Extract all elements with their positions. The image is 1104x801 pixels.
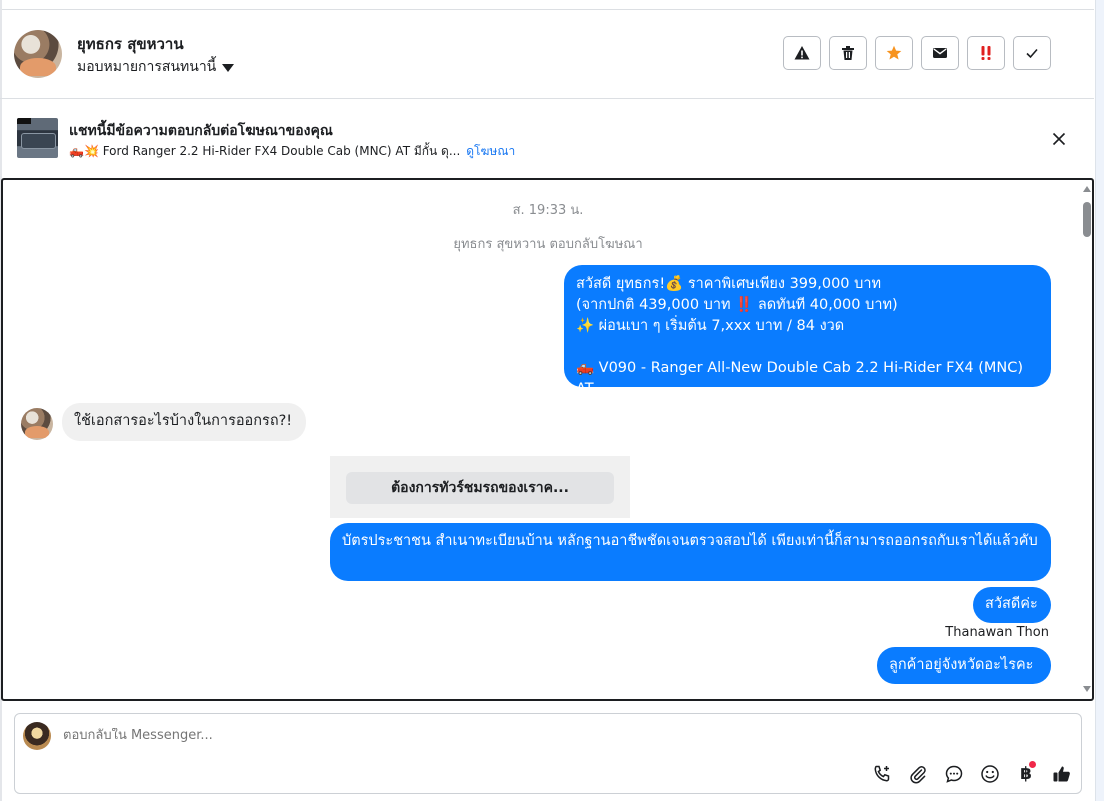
outgoing-message[interactable]: บัตรประชาชน สำเนาทะเบียนบ้าน หลักฐานอาชี… [330, 523, 1051, 581]
emoji-button[interactable] [978, 762, 1002, 786]
saved-reply-button[interactable] [942, 762, 966, 786]
assign-label: มอบหมายการสนทนานี้ [77, 59, 217, 75]
outgoing-message[interactable]: สวัสดีค่ะ [973, 587, 1051, 623]
ad-reply-note: ยุทธกร สุขหวาน ตอบกลับโฆษณา [453, 237, 643, 252]
warning-icon [794, 46, 810, 60]
header-actions [783, 36, 1051, 70]
saved-reply-icon [945, 765, 963, 783]
priority-icon [981, 46, 991, 60]
contact-avatar[interactable] [14, 30, 62, 78]
message-line: 🛻 V090 - Ranger All-New Double Cab 2.2 H… [576, 360, 1024, 397]
star-icon [886, 45, 902, 60]
notification-dot [1029, 761, 1036, 768]
message-line: สวัสดี ยุทธกร!💰 ราคาพิเศษเพียง 399,000 บ… [576, 276, 882, 292]
close-banner-button[interactable] [1049, 129, 1069, 149]
payment-button[interactable]: ฿ [1014, 761, 1038, 786]
trash-icon [842, 46, 854, 60]
mail-icon [933, 48, 947, 58]
contact-avatar-small[interactable] [21, 408, 53, 440]
outgoing-message[interactable]: ลูกค้าอยู่จังหวัดอะไรคะ [877, 647, 1051, 684]
delete-button[interactable] [829, 36, 867, 70]
message-line: (จากปกติ 439,000 บาท ‼️ ลดทันที 40,000 บ… [576, 297, 898, 313]
scroll-up-arrow-icon[interactable] [1083, 186, 1091, 192]
like-button[interactable] [1050, 762, 1074, 786]
star-button[interactable] [875, 36, 913, 70]
mark-done-button[interactable] [1013, 36, 1051, 70]
scrollbar-thumb[interactable] [1083, 202, 1091, 237]
priority-button[interactable] [967, 36, 1005, 70]
ad-thumbnail[interactable] [17, 118, 58, 158]
sender-name: Thanawan Thon [945, 625, 1049, 640]
right-edge-panel [1095, 0, 1104, 801]
view-ad-link[interactable]: ดูโฆษณา [466, 144, 515, 158]
ad-banner-subtitle: 🛻💥 Ford Ranger 2.2 Hi-Rider FX4 Double C… [69, 142, 515, 161]
outgoing-message[interactable]: สวัสดี ยุทธกร!💰 ราคาพิเศษเพียง 399,000 บ… [564, 265, 1051, 397]
quick-reply-card: ต้องการทัวร์ชมรถของเราค... [330, 456, 630, 518]
scrollbar[interactable] [1080, 180, 1092, 699]
contact-name[interactable]: ยุทธกร สุขหวาน [77, 32, 184, 56]
composer-tools: ฿ [870, 761, 1074, 786]
reply-input[interactable] [63, 728, 863, 743]
attach-icon [910, 766, 926, 784]
ad-reply-banner: แชทนี้มีข้อความตอบกลับต่อโฆษณาของคุณ 🛻💥 … [0, 99, 1094, 177]
ad-banner-title: แชทนี้มีข้อความตอบกลับต่อโฆษณาของคุณ [69, 123, 333, 139]
page-avatar [23, 722, 51, 750]
attach-button[interactable] [906, 762, 930, 786]
call-add-icon [874, 765, 890, 782]
conversation-header: ยุทธกร สุขหวาน มอบหมายการสนทนานี้ [0, 10, 1094, 99]
message-thread[interactable]: ส. 19:33 น. ยุทธกร สุขหวาน ตอบกลับโฆษณา … [1, 178, 1094, 701]
scroll-down-arrow-icon[interactable] [1083, 686, 1091, 692]
warning-button[interactable] [783, 36, 821, 70]
quick-reply-button[interactable]: ต้องการทัวร์ชมรถของเราค... [346, 472, 614, 504]
thumbs-up-icon [1053, 766, 1070, 782]
mark-unread-button[interactable] [921, 36, 959, 70]
close-icon [1052, 132, 1066, 146]
ad-description: 🛻💥 Ford Ranger 2.2 Hi-Rider FX4 Double C… [69, 144, 461, 158]
message-composer: ฿ [14, 713, 1082, 794]
message-line: ✨ ผ่อนเบา ๆ เริ่มต้น 7,xxx บาท / 84 งวด [576, 318, 845, 334]
call-button[interactable] [870, 762, 894, 786]
emoji-icon [981, 765, 999, 783]
message-timestamp: ส. 19:33 น. [512, 203, 584, 218]
caret-down-icon [222, 64, 235, 72]
check-icon [1026, 48, 1038, 59]
assign-dropdown[interactable]: มอบหมายการสนทนานี้ [77, 56, 235, 78]
incoming-message[interactable]: ใช้เอกสารอะไรบ้างในการออกรถ?! [62, 403, 306, 441]
